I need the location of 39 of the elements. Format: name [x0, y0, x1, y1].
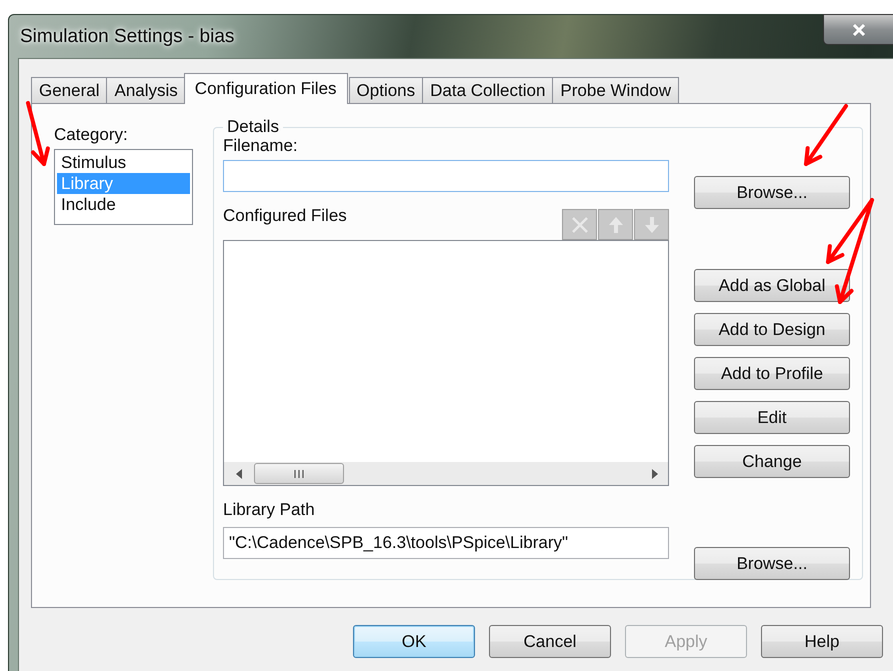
dialog-button[interactable]: Cancel: [489, 625, 611, 658]
arrow-up-icon: [608, 216, 624, 234]
dialog-button[interactable]: OK: [353, 625, 475, 658]
configured-files-label: Configured Files: [223, 206, 347, 226]
tab[interactable]: General: [31, 77, 108, 103]
browse-button[interactable]: Browse...: [694, 547, 850, 580]
category-item[interactable]: Include: [57, 194, 190, 215]
category-label: Category:: [54, 125, 129, 145]
delete-icon: [570, 216, 588, 234]
tab[interactable]: Options: [348, 77, 424, 103]
tab[interactable]: Probe Window: [552, 77, 679, 103]
filename-field[interactable]: [223, 160, 669, 192]
scroll-thumb[interactable]: [254, 463, 344, 484]
configured-files-list[interactable]: [223, 240, 669, 486]
annotation-arrow: [804, 104, 848, 166]
library-path-field[interactable]: "C:\Cadence\SPB_16.3\tools\PSpice\Library": [223, 527, 669, 559]
arrow-down-icon: [644, 216, 660, 234]
filename-label: Filename:: [223, 136, 299, 156]
close-button[interactable]: [823, 14, 893, 45]
horizontal-scrollbar[interactable]: [224, 462, 668, 485]
action-button[interactable]: Add to Design: [694, 313, 850, 346]
tab[interactable]: Data Collection: [422, 77, 554, 103]
dialog-button[interactable]: Help: [761, 625, 883, 658]
scroll-left-icon: [236, 468, 242, 478]
tab[interactable]: Configuration Files: [184, 73, 348, 104]
window-title: Simulation Settings - bias: [19, 26, 234, 48]
details-legend: Details: [223, 118, 283, 136]
action-button[interactable]: Add as Global: [694, 269, 850, 302]
action-button[interactable]: Add to Profile: [694, 357, 850, 390]
action-button[interactable]: Change: [694, 445, 850, 478]
library-path-label: Library Path: [223, 500, 316, 520]
category-item[interactable]: Stimulus: [57, 152, 190, 173]
grip-icon: [294, 470, 304, 478]
action-button[interactable]: Edit: [694, 401, 850, 434]
scroll-right-icon: [652, 468, 658, 478]
browse-button[interactable]: Browse...: [694, 176, 850, 209]
annotation-arrow: [26, 101, 50, 166]
close-icon: [852, 22, 866, 36]
tab[interactable]: Analysis: [106, 77, 186, 103]
